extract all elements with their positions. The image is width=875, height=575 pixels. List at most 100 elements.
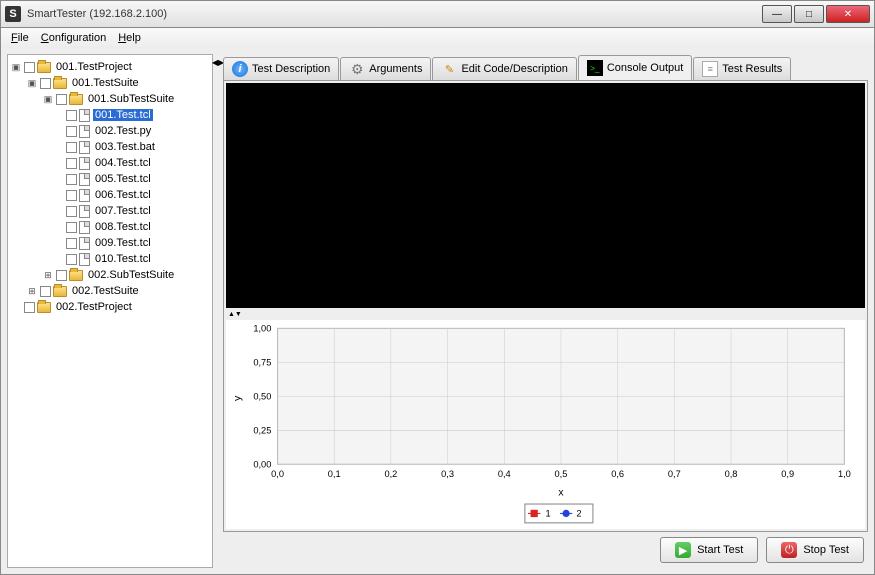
folder-icon bbox=[69, 94, 83, 105]
tree-label: 004.Test.tcl bbox=[93, 157, 153, 169]
tree-node-test[interactable]: 009.Test.tcl bbox=[10, 235, 210, 251]
file-icon bbox=[79, 109, 90, 122]
gear-icon: ⚙ bbox=[349, 61, 365, 77]
button-bar: ▶ Start Test ⏻ Stop Test bbox=[223, 532, 868, 568]
checkbox[interactable] bbox=[56, 94, 67, 105]
svg-text:0,2: 0,2 bbox=[384, 469, 397, 479]
tree-node-test[interactable]: 001.Test.tcl bbox=[10, 107, 210, 123]
minimize-button[interactable]: — bbox=[762, 5, 792, 23]
svg-text:0,25: 0,25 bbox=[253, 425, 271, 435]
menu-help[interactable]: Help bbox=[114, 31, 145, 45]
checkbox[interactable] bbox=[66, 254, 77, 265]
console-icon: >_ bbox=[587, 60, 603, 76]
checkbox[interactable] bbox=[40, 286, 51, 297]
tab-label: Arguments bbox=[369, 63, 422, 75]
svg-text:1,00: 1,00 bbox=[253, 323, 271, 333]
expander-icon[interactable]: ▣ bbox=[42, 94, 54, 105]
tree-node-project[interactable]: 002.TestProject bbox=[10, 299, 210, 315]
tree-node-subsuite[interactable]: ⊞ 002.SubTestSuite bbox=[10, 267, 210, 283]
folder-icon bbox=[53, 78, 67, 89]
tab-console-output[interactable]: >_ Console Output bbox=[578, 55, 692, 80]
close-button[interactable]: ✕ bbox=[826, 5, 870, 23]
svg-text:0,8: 0,8 bbox=[725, 469, 738, 479]
expander-icon[interactable]: ▣ bbox=[10, 62, 22, 73]
expander-icon[interactable]: ⊞ bbox=[42, 270, 54, 281]
svg-text:0,50: 0,50 bbox=[253, 391, 271, 401]
content-area: ▲▼ 0,00,10,20,30,40,50,60,70,80,91,0 0,0… bbox=[223, 80, 868, 532]
checkbox[interactable] bbox=[66, 206, 77, 217]
results-icon: ≡ bbox=[702, 61, 718, 77]
svg-text:0,9: 0,9 bbox=[781, 469, 794, 479]
test-tree[interactable]: ▣ 001.TestProject ▣ 001.TestSuite ▣ 001.… bbox=[7, 54, 213, 568]
checkbox[interactable] bbox=[24, 62, 35, 73]
play-icon: ▶ bbox=[675, 542, 691, 558]
checkbox[interactable] bbox=[66, 110, 77, 121]
chart-panel: 0,00,10,20,30,40,50,60,70,80,91,0 0,000,… bbox=[226, 320, 865, 529]
tree-node-test[interactable]: 007.Test.tcl bbox=[10, 203, 210, 219]
tree-label: 002.SubTestSuite bbox=[86, 269, 176, 281]
legend-label-1: 1 bbox=[546, 508, 551, 518]
tree-node-test[interactable]: 003.Test.bat bbox=[10, 139, 210, 155]
tab-test-results[interactable]: ≡ Test Results bbox=[693, 57, 791, 80]
svg-text:0,5: 0,5 bbox=[555, 469, 568, 479]
tree-node-test[interactable]: 010.Test.tcl bbox=[10, 251, 210, 267]
start-test-button[interactable]: ▶ Start Test bbox=[660, 537, 758, 563]
edit-icon: ✎ bbox=[441, 61, 457, 77]
tree-label: 001.TestProject bbox=[54, 61, 134, 73]
checkbox[interactable] bbox=[66, 222, 77, 233]
checkbox[interactable] bbox=[24, 302, 35, 313]
tree-label: 003.Test.bat bbox=[93, 141, 157, 153]
stop-test-button[interactable]: ⏻ Stop Test bbox=[766, 537, 864, 563]
svg-text:0,1: 0,1 bbox=[328, 469, 341, 479]
menu-bar: File Configuration Help bbox=[0, 28, 875, 48]
file-icon bbox=[79, 125, 90, 138]
button-label: Stop Test bbox=[803, 544, 849, 556]
tree-node-test[interactable]: 008.Test.tcl bbox=[10, 219, 210, 235]
legend-label-2: 2 bbox=[576, 508, 581, 518]
file-icon bbox=[79, 253, 90, 266]
tab-label: Console Output bbox=[607, 62, 683, 74]
tree-node-test[interactable]: 002.Test.py bbox=[10, 123, 210, 139]
checkbox[interactable] bbox=[40, 78, 51, 89]
file-icon bbox=[79, 221, 90, 234]
maximize-button[interactable]: □ bbox=[794, 5, 824, 23]
tree-label: 001.TestSuite bbox=[70, 77, 141, 89]
tree-node-project[interactable]: ▣ 001.TestProject bbox=[10, 59, 210, 75]
tree-node-suite[interactable]: ⊞ 002.TestSuite bbox=[10, 283, 210, 299]
tree-node-suite[interactable]: ▣ 001.TestSuite bbox=[10, 75, 210, 91]
chart: 0,00,10,20,30,40,50,60,70,80,91,0 0,000,… bbox=[226, 320, 865, 529]
tree-node-test[interactable]: 005.Test.tcl bbox=[10, 171, 210, 187]
checkbox[interactable] bbox=[66, 238, 77, 249]
tree-node-subsuite[interactable]: ▣ 001.SubTestSuite bbox=[10, 91, 210, 107]
expander-icon[interactable]: ⊞ bbox=[26, 286, 38, 297]
menu-file[interactable]: File bbox=[7, 31, 33, 45]
vertical-splitter[interactable]: ◀▶ bbox=[213, 54, 223, 568]
checkbox[interactable] bbox=[66, 142, 77, 153]
svg-text:0,00: 0,00 bbox=[253, 459, 271, 469]
tab-bar: i Test Description ⚙ Arguments ✎ Edit Co… bbox=[223, 54, 868, 80]
app-icon: S bbox=[5, 6, 21, 22]
svg-text:0,0: 0,0 bbox=[271, 469, 284, 479]
folder-icon bbox=[53, 286, 67, 297]
checkbox[interactable] bbox=[66, 190, 77, 201]
console-output[interactable] bbox=[226, 83, 865, 308]
x-axis-label: x bbox=[558, 487, 564, 498]
tree-node-test[interactable]: 006.Test.tcl bbox=[10, 187, 210, 203]
folder-icon bbox=[69, 270, 83, 281]
checkbox[interactable] bbox=[56, 270, 67, 281]
info-icon: i bbox=[232, 61, 248, 77]
checkbox[interactable] bbox=[66, 126, 77, 137]
menu-configuration[interactable]: Configuration bbox=[37, 31, 110, 45]
tree-node-test[interactable]: 004.Test.tcl bbox=[10, 155, 210, 171]
svg-text:0,75: 0,75 bbox=[253, 357, 271, 367]
checkbox[interactable] bbox=[66, 158, 77, 169]
tab-test-description[interactable]: i Test Description bbox=[223, 57, 339, 80]
tree-label: 002.TestSuite bbox=[70, 285, 141, 297]
horizontal-splitter[interactable]: ▲▼ bbox=[224, 310, 867, 320]
expander-icon[interactable]: ▣ bbox=[26, 78, 38, 89]
checkbox[interactable] bbox=[66, 174, 77, 185]
tab-arguments[interactable]: ⚙ Arguments bbox=[340, 57, 431, 80]
tree-label: 006.Test.tcl bbox=[93, 189, 153, 201]
folder-icon bbox=[37, 302, 51, 313]
tab-edit-code[interactable]: ✎ Edit Code/Description bbox=[432, 57, 576, 80]
